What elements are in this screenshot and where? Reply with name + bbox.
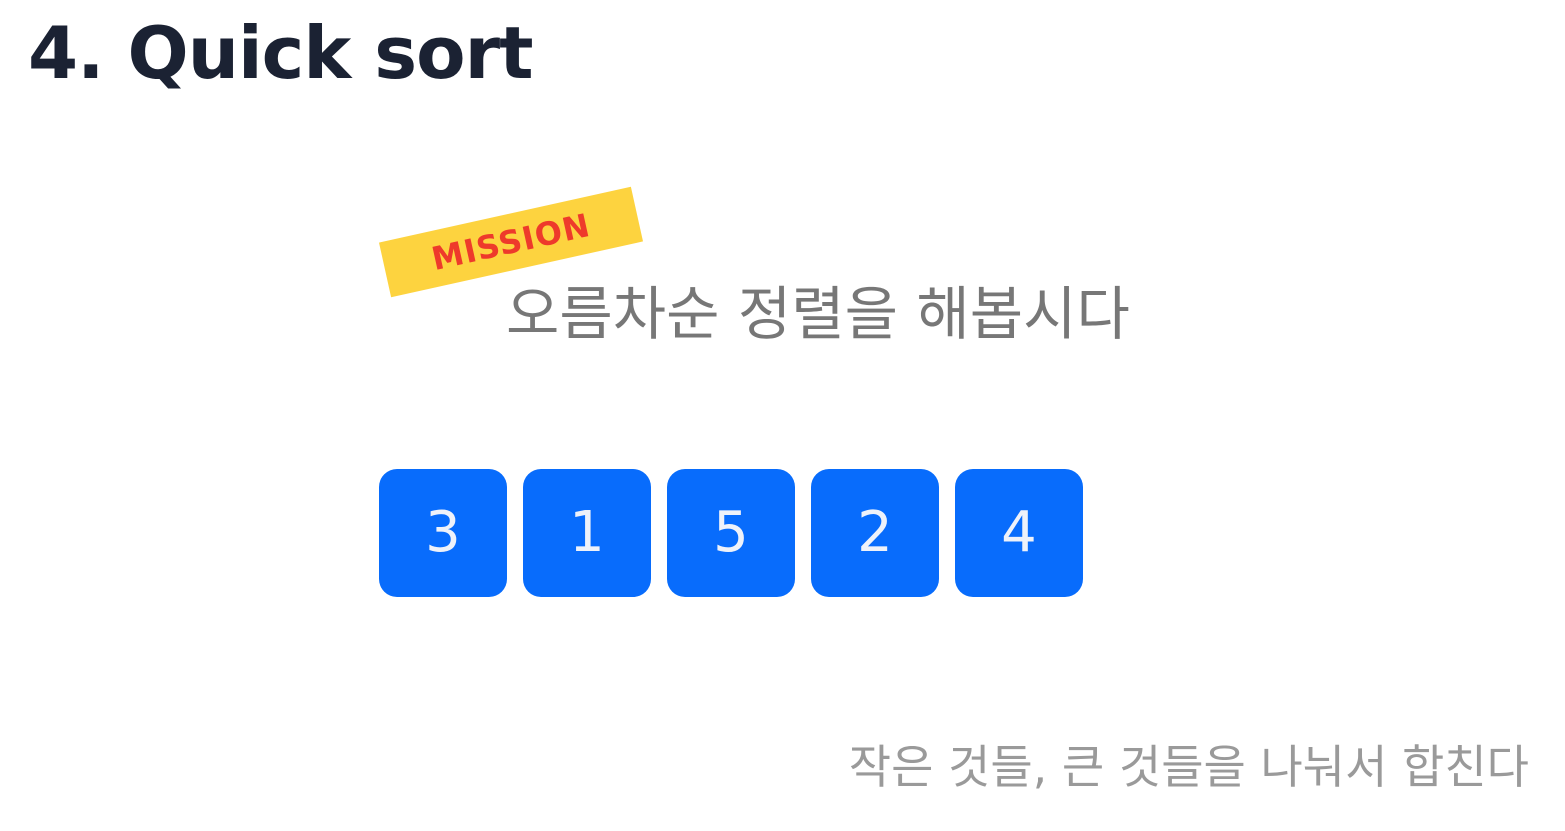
number-card: 2 xyxy=(811,469,939,597)
number-card: 3 xyxy=(379,469,507,597)
number-card-row: 3 1 5 2 4 xyxy=(379,469,1083,597)
number-card: 4 xyxy=(955,469,1083,597)
slide-title: 4. Quick sort xyxy=(28,11,534,95)
number-card-value: 1 xyxy=(569,500,605,565)
mission-statement: 오름차순 정렬을 해봅시다 xyxy=(506,280,1130,348)
number-card: 5 xyxy=(667,469,795,597)
number-card: 1 xyxy=(523,469,651,597)
number-card-value: 3 xyxy=(425,500,461,565)
mission-badge-label: MISSION xyxy=(428,205,594,279)
slide-caption: 작은 것들, 큰 것들을 나눠서 합친다 xyxy=(848,740,1529,794)
number-card-value: 5 xyxy=(713,500,749,565)
number-card-value: 4 xyxy=(1001,500,1037,565)
number-card-value: 2 xyxy=(857,500,893,565)
